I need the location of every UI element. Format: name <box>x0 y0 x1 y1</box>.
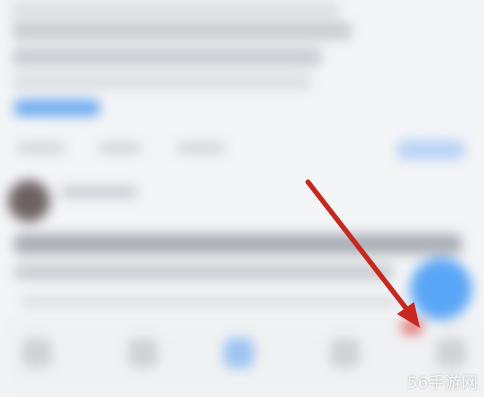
arrow-shaft <box>305 179 412 315</box>
watermark: 56手游网 <box>407 373 478 392</box>
screenshot-stage: 56手游网 <box>0 0 484 397</box>
arrow-head <box>397 302 420 328</box>
annotation-arrow <box>305 179 420 328</box>
